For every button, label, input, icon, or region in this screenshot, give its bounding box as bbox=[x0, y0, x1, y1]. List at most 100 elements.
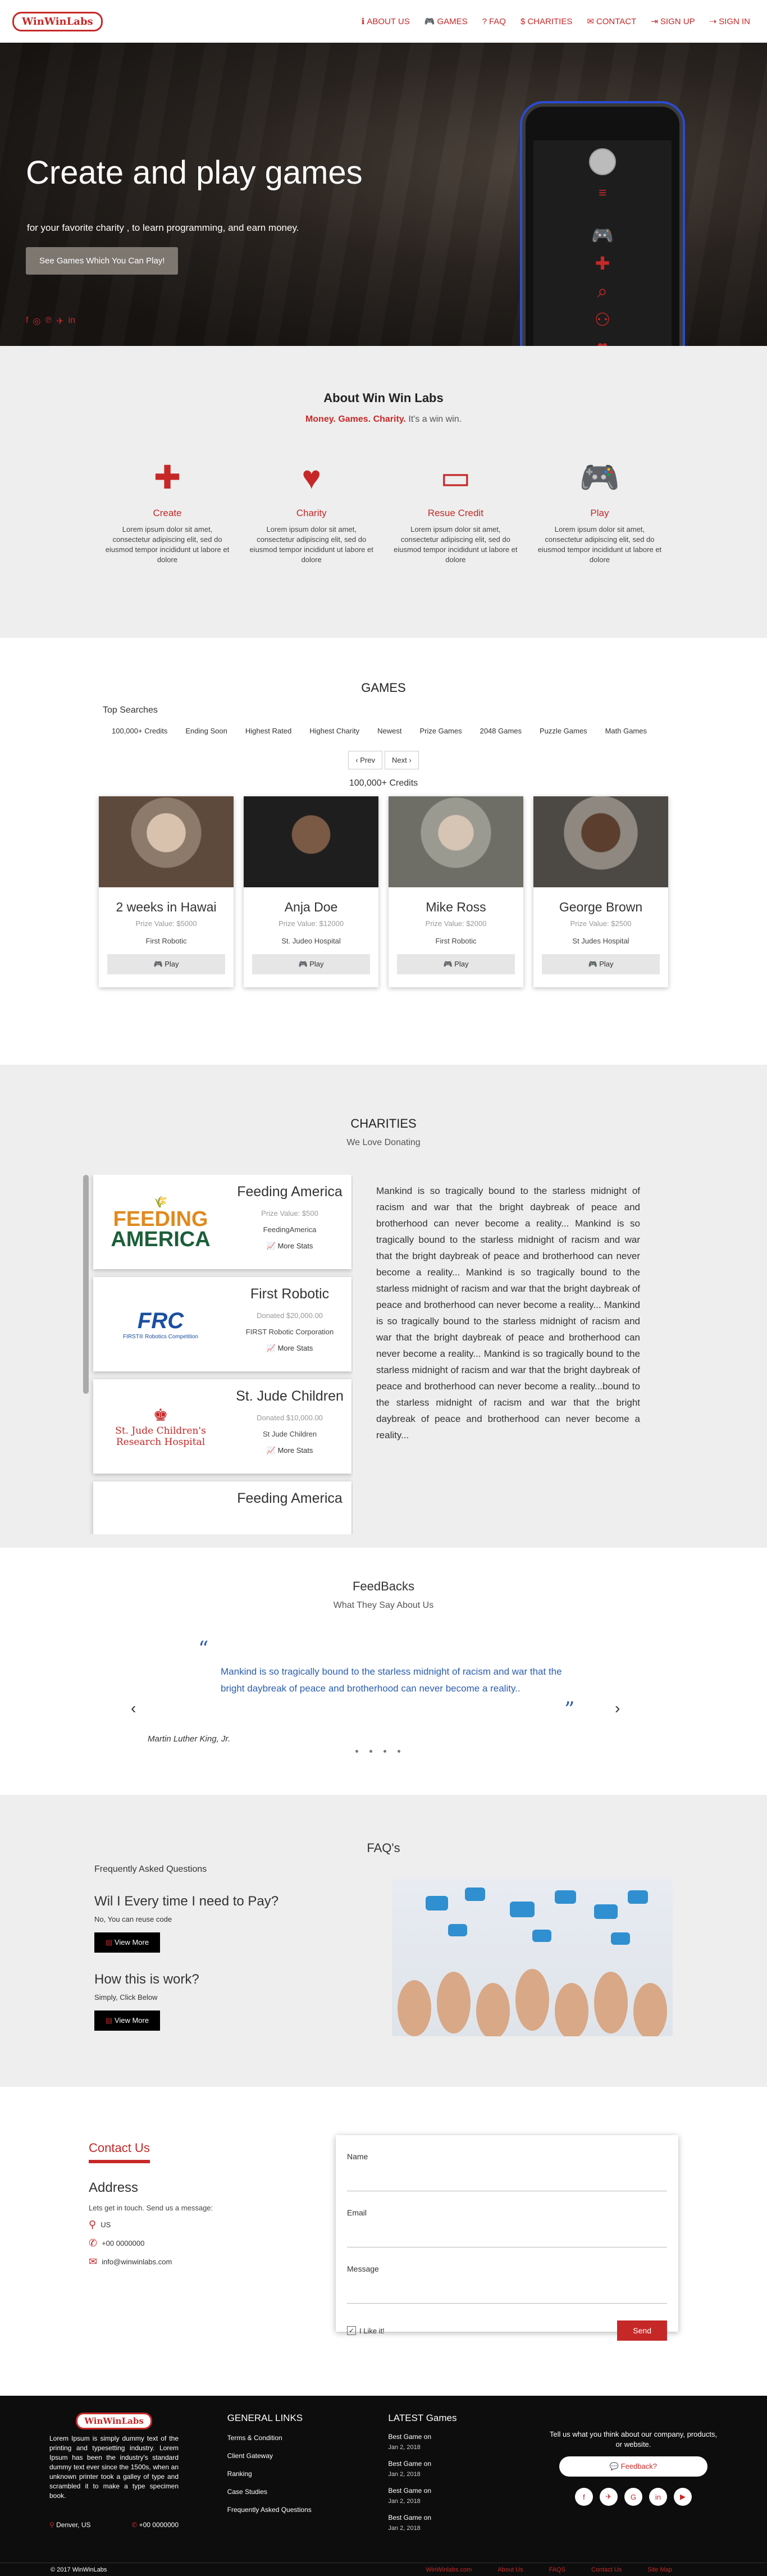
send-button[interactable]: Send bbox=[617, 2320, 667, 2341]
contact-form: Name Email Message ✓ I Like it! Send bbox=[336, 2135, 678, 2341]
charity-card[interactable]: ♚ St. Jude Children's Research Hospital … bbox=[93, 1379, 351, 1474]
checkbox-icon[interactable]: ✓ bbox=[347, 2326, 356, 2335]
carousel-prev-icon[interactable]: ‹ bbox=[131, 1699, 136, 1717]
twitter-icon[interactable]: ✈ bbox=[599, 2488, 618, 2506]
next-button[interactable]: Next › bbox=[385, 751, 419, 769]
bottom-link[interactable]: Site Map bbox=[647, 2566, 672, 2573]
more-stats-link[interactable]: 📈 More Stats bbox=[228, 1446, 351, 1455]
scrollbar[interactable] bbox=[83, 1175, 89, 1394]
nav-about-us[interactable]: ℹ ABOUT US bbox=[362, 16, 410, 27]
bottom-link[interactable]: FAQS bbox=[549, 2566, 565, 2573]
chip[interactable]: Math Games bbox=[596, 721, 656, 741]
bottom-link[interactable]: Contact Us bbox=[591, 2566, 622, 2573]
chip[interactable]: 2048 Games bbox=[471, 721, 531, 741]
google-plus-icon[interactable]: G bbox=[624, 2488, 642, 2506]
chip[interactable]: 100,000+ Credits bbox=[103, 721, 176, 741]
footer-link[interactable]: Frequently Asked Questions bbox=[227, 2506, 340, 2514]
play-button[interactable]: 🎮 Play bbox=[252, 954, 370, 974]
chip[interactable]: Highest Charity bbox=[300, 721, 368, 741]
plus-icon[interactable]: ✚ bbox=[595, 253, 610, 274]
charity-list[interactable]: 🌾 FEEDING AMERICA Feeding America Prize … bbox=[83, 1175, 353, 1534]
plus-icon: ✚ bbox=[153, 459, 181, 496]
footer-link[interactable]: Case Studies bbox=[227, 2488, 340, 2496]
game-card[interactable]: Mike Ross Prize Value: $2000 First Robot… bbox=[389, 796, 523, 987]
chip[interactable]: Ending Soon bbox=[176, 721, 236, 741]
game-card[interactable]: George Brown Prize Value: $2500 St Judes… bbox=[533, 796, 668, 987]
nav-games[interactable]: 🎮 GAMES bbox=[424, 16, 468, 27]
hero-tagline: for your favorite charity , to learn pro… bbox=[27, 222, 299, 233]
bottom-link[interactable]: WinWinlabs.com bbox=[426, 2566, 472, 2573]
menu-icon[interactable]: ≡ bbox=[599, 185, 606, 201]
latest-game-link[interactable]: Best Game on bbox=[388, 2514, 500, 2522]
carousel-dot[interactable] bbox=[369, 1750, 372, 1753]
feedback-button[interactable]: 💬 Feedback? bbox=[559, 2456, 708, 2477]
charity-card[interactable]: 🌾 FEEDING AMERICA Feeding America Prize … bbox=[93, 1175, 351, 1269]
nav-sign-up[interactable]: ⇥ SIGN UP bbox=[651, 16, 695, 27]
youtube-icon[interactable]: ▶ bbox=[673, 2488, 692, 2506]
testimonial-text: Mankind is so tragically bound to the st… bbox=[221, 1666, 562, 1694]
footer-columns: WinWinLabs Lorem Ipsum is simply dummy t… bbox=[49, 2413, 718, 2532]
button-label: View More bbox=[114, 2016, 149, 2025]
pinterest-icon[interactable]: ℗ bbox=[45, 316, 52, 327]
name-field[interactable] bbox=[347, 2167, 667, 2191]
linkedin-icon[interactable]: in bbox=[69, 316, 75, 327]
prev-button[interactable]: ‹ Prev bbox=[348, 751, 382, 769]
carousel-dot[interactable] bbox=[398, 1750, 400, 1753]
charity-card[interactable]: Feeding America bbox=[93, 1481, 351, 1534]
site-logo[interactable]: WinWinLabs bbox=[12, 11, 103, 31]
linkedin-icon[interactable]: in bbox=[649, 2488, 667, 2506]
chip[interactable]: Prize Games bbox=[410, 721, 471, 741]
chip[interactable]: Highest Rated bbox=[236, 721, 300, 741]
charities-content: 🌾 FEEDING AMERICA Feeding America Prize … bbox=[83, 1175, 684, 1534]
game-org: First Robotic bbox=[435, 937, 477, 945]
latest-game-link[interactable]: Best Game on bbox=[388, 2460, 500, 2468]
gamepad-icon[interactable]: 🎮 bbox=[591, 225, 614, 246]
nav-faq[interactable]: ? FAQ bbox=[482, 16, 506, 26]
see-games-button[interactable]: See Games Which You Can Play! bbox=[26, 247, 179, 275]
bottom-link[interactable]: About Us bbox=[497, 2566, 523, 2573]
email-field[interactable] bbox=[347, 2223, 667, 2247]
like-checkbox[interactable]: ✓ I Like it! bbox=[347, 2326, 385, 2335]
carousel-dot[interactable] bbox=[383, 1750, 386, 1753]
game-org: St. Judeo Hospital bbox=[281, 937, 341, 945]
footer-link[interactable]: Terms & Condition bbox=[227, 2434, 340, 2442]
more-stats-link[interactable]: 📈 More Stats bbox=[228, 1242, 351, 1251]
latest-game-link[interactable]: Best Game on bbox=[388, 2487, 500, 2495]
footer-link[interactable]: Ranking bbox=[227, 2470, 340, 2478]
footer-logo[interactable]: WinWinLabs bbox=[76, 2413, 152, 2429]
user-icon[interactable]: ⚇ bbox=[595, 309, 611, 330]
feature-resue-credit: ▭ Resue Credit Lorem ipsum dolor sit ame… bbox=[391, 458, 520, 565]
nav-charities[interactable]: $ CHARITIES bbox=[521, 16, 572, 26]
feature-list: ✚ Create Lorem ipsum dolor sit amet, con… bbox=[103, 458, 664, 565]
email-text[interactable]: info@winwinlabs.com bbox=[102, 2258, 172, 2266]
play-button[interactable]: 🎮 Play bbox=[397, 954, 515, 974]
view-more-button[interactable]: ▤ View More bbox=[94, 1932, 161, 1953]
view-more-button[interactable]: ▤ View More bbox=[94, 2010, 161, 2031]
chip[interactable]: Puzzle Games bbox=[531, 721, 596, 741]
carousel-dot[interactable] bbox=[355, 1750, 358, 1753]
game-image bbox=[99, 796, 234, 887]
search-icon[interactable]: ⌕ bbox=[597, 281, 608, 302]
play-button[interactable]: 🎮 Play bbox=[107, 954, 225, 974]
footer-link[interactable]: Client Gateway bbox=[227, 2452, 340, 2460]
twitter-icon[interactable]: ✈ bbox=[56, 316, 63, 327]
facebook-icon[interactable]: f bbox=[574, 2488, 593, 2506]
charity-card[interactable]: FRC FIRST® Robotics Competition First Ro… bbox=[93, 1277, 351, 1371]
game-name: George Brown bbox=[559, 900, 643, 914]
nav-sign-in[interactable]: ⇢ SIGN IN bbox=[710, 16, 750, 27]
carousel-next-icon[interactable]: › bbox=[615, 1699, 620, 1717]
latest-game-link[interactable]: Best Game on bbox=[388, 2433, 500, 2441]
more-stats-link[interactable]: 📈 More Stats bbox=[228, 1344, 351, 1353]
heart-icon[interactable]: ♥ bbox=[597, 337, 608, 346]
message-field[interactable] bbox=[347, 2279, 667, 2304]
nav-contact[interactable]: ✉ CONTACT bbox=[587, 16, 636, 27]
chip[interactable]: Newest bbox=[368, 721, 410, 741]
play-button[interactable]: 🎮 Play bbox=[542, 954, 660, 974]
hero-social-links: f ◎ ℗ ✈ in bbox=[26, 316, 75, 327]
instagram-icon[interactable]: ◎ bbox=[33, 316, 40, 327]
game-card[interactable]: Anja Doe Prize Value: $12000 St. Judeo H… bbox=[244, 796, 378, 987]
feature-title: Create bbox=[153, 508, 182, 518]
facebook-icon[interactable]: f bbox=[26, 316, 28, 327]
feature-text: Lorem ipsum dolor sit amet, consectetur … bbox=[394, 525, 518, 564]
game-card[interactable]: 2 weeks in Hawai Prize Value: $5000 Firs… bbox=[99, 796, 234, 987]
